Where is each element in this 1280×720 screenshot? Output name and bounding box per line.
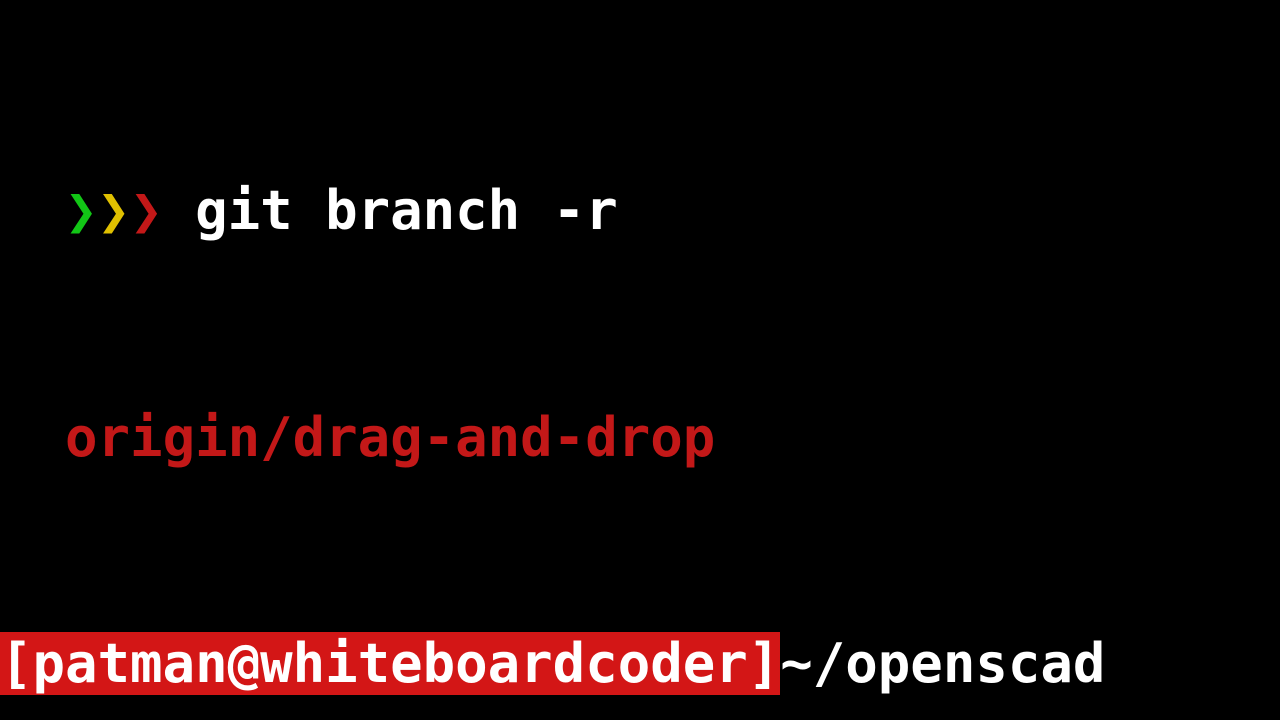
remote-branch: origin/drag-and-drop — [65, 406, 715, 469]
prompt-arrow-green: ❯ — [65, 179, 98, 242]
prev-command: git branch -r — [163, 179, 618, 242]
user-host: [patman@whiteboardcoder] — [0, 632, 780, 695]
prompt-line-1: [patman@whiteboardcoder]~/openscad — [0, 636, 1280, 693]
terminal-output[interactable]: ❯❯❯ git branch -r origin/drag-and-drop [… — [0, 0, 1280, 720]
remote-branch-line: origin/drag-and-drop — [0, 410, 1280, 467]
cwd: ~/openscad — [780, 632, 1105, 695]
prompt-arrow-yellow: ❯ — [98, 179, 131, 242]
prompt-arrow-red: ❯ — [130, 179, 163, 242]
prompt-line-prev: ❯❯❯ git branch -r — [0, 183, 1280, 240]
